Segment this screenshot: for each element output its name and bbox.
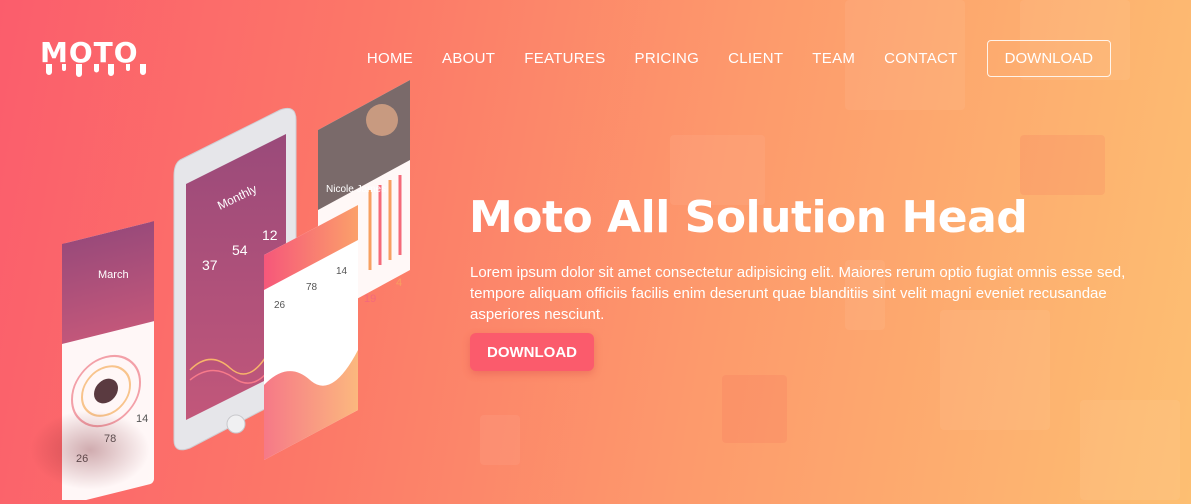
nav-about[interactable]: ABOUT: [442, 50, 495, 67]
phone-stat: 12: [262, 227, 278, 243]
mockup-shadow: [30, 410, 150, 490]
hero-section: MOTO HOME ABOUT FEATURES PRICING CLIENT …: [0, 0, 1191, 504]
logo-drips-icon: [46, 64, 146, 77]
profile-name: Nicole James: [326, 184, 386, 195]
hero-headline: Moto All Solution Head: [469, 192, 1028, 243]
decor-square: [1020, 135, 1105, 195]
nav-pricing[interactable]: PRICING: [635, 50, 700, 67]
wave-stat: 26: [274, 300, 286, 311]
decor-square: [1080, 400, 1180, 500]
brand-logo[interactable]: MOTO: [40, 36, 146, 77]
phone-stat: 54: [232, 242, 248, 258]
app-mockup-illustration: March 26 78 14 Nicole James 19 4: [30, 80, 450, 504]
nav-features[interactable]: FEATURES: [524, 50, 605, 67]
nav-home[interactable]: HOME: [367, 50, 413, 67]
nav-contact[interactable]: CONTACT: [884, 50, 957, 67]
nav-download-button[interactable]: DOWNLOAD: [986, 40, 1111, 77]
hero-download-button[interactable]: DOWNLOAD: [470, 333, 594, 371]
nav-client[interactable]: CLIENT: [728, 50, 783, 67]
march-screen-title: March: [98, 269, 129, 281]
nav-team[interactable]: TEAM: [812, 50, 855, 67]
main-nav: HOME ABOUT FEATURES PRICING CLIENT TEAM …: [338, 40, 1111, 77]
wave-stat: 14: [336, 266, 348, 277]
phone-stat: 37: [202, 257, 218, 273]
wave-stat: 78: [306, 282, 318, 293]
profile-stat: 19: [364, 293, 376, 305]
decor-square: [722, 375, 787, 443]
hero-description: Lorem ipsum dolor sit amet consectetur a…: [470, 264, 1126, 323]
decor-square: [940, 310, 1050, 430]
profile-stat: 4: [396, 277, 402, 289]
decor-square: [480, 415, 520, 465]
